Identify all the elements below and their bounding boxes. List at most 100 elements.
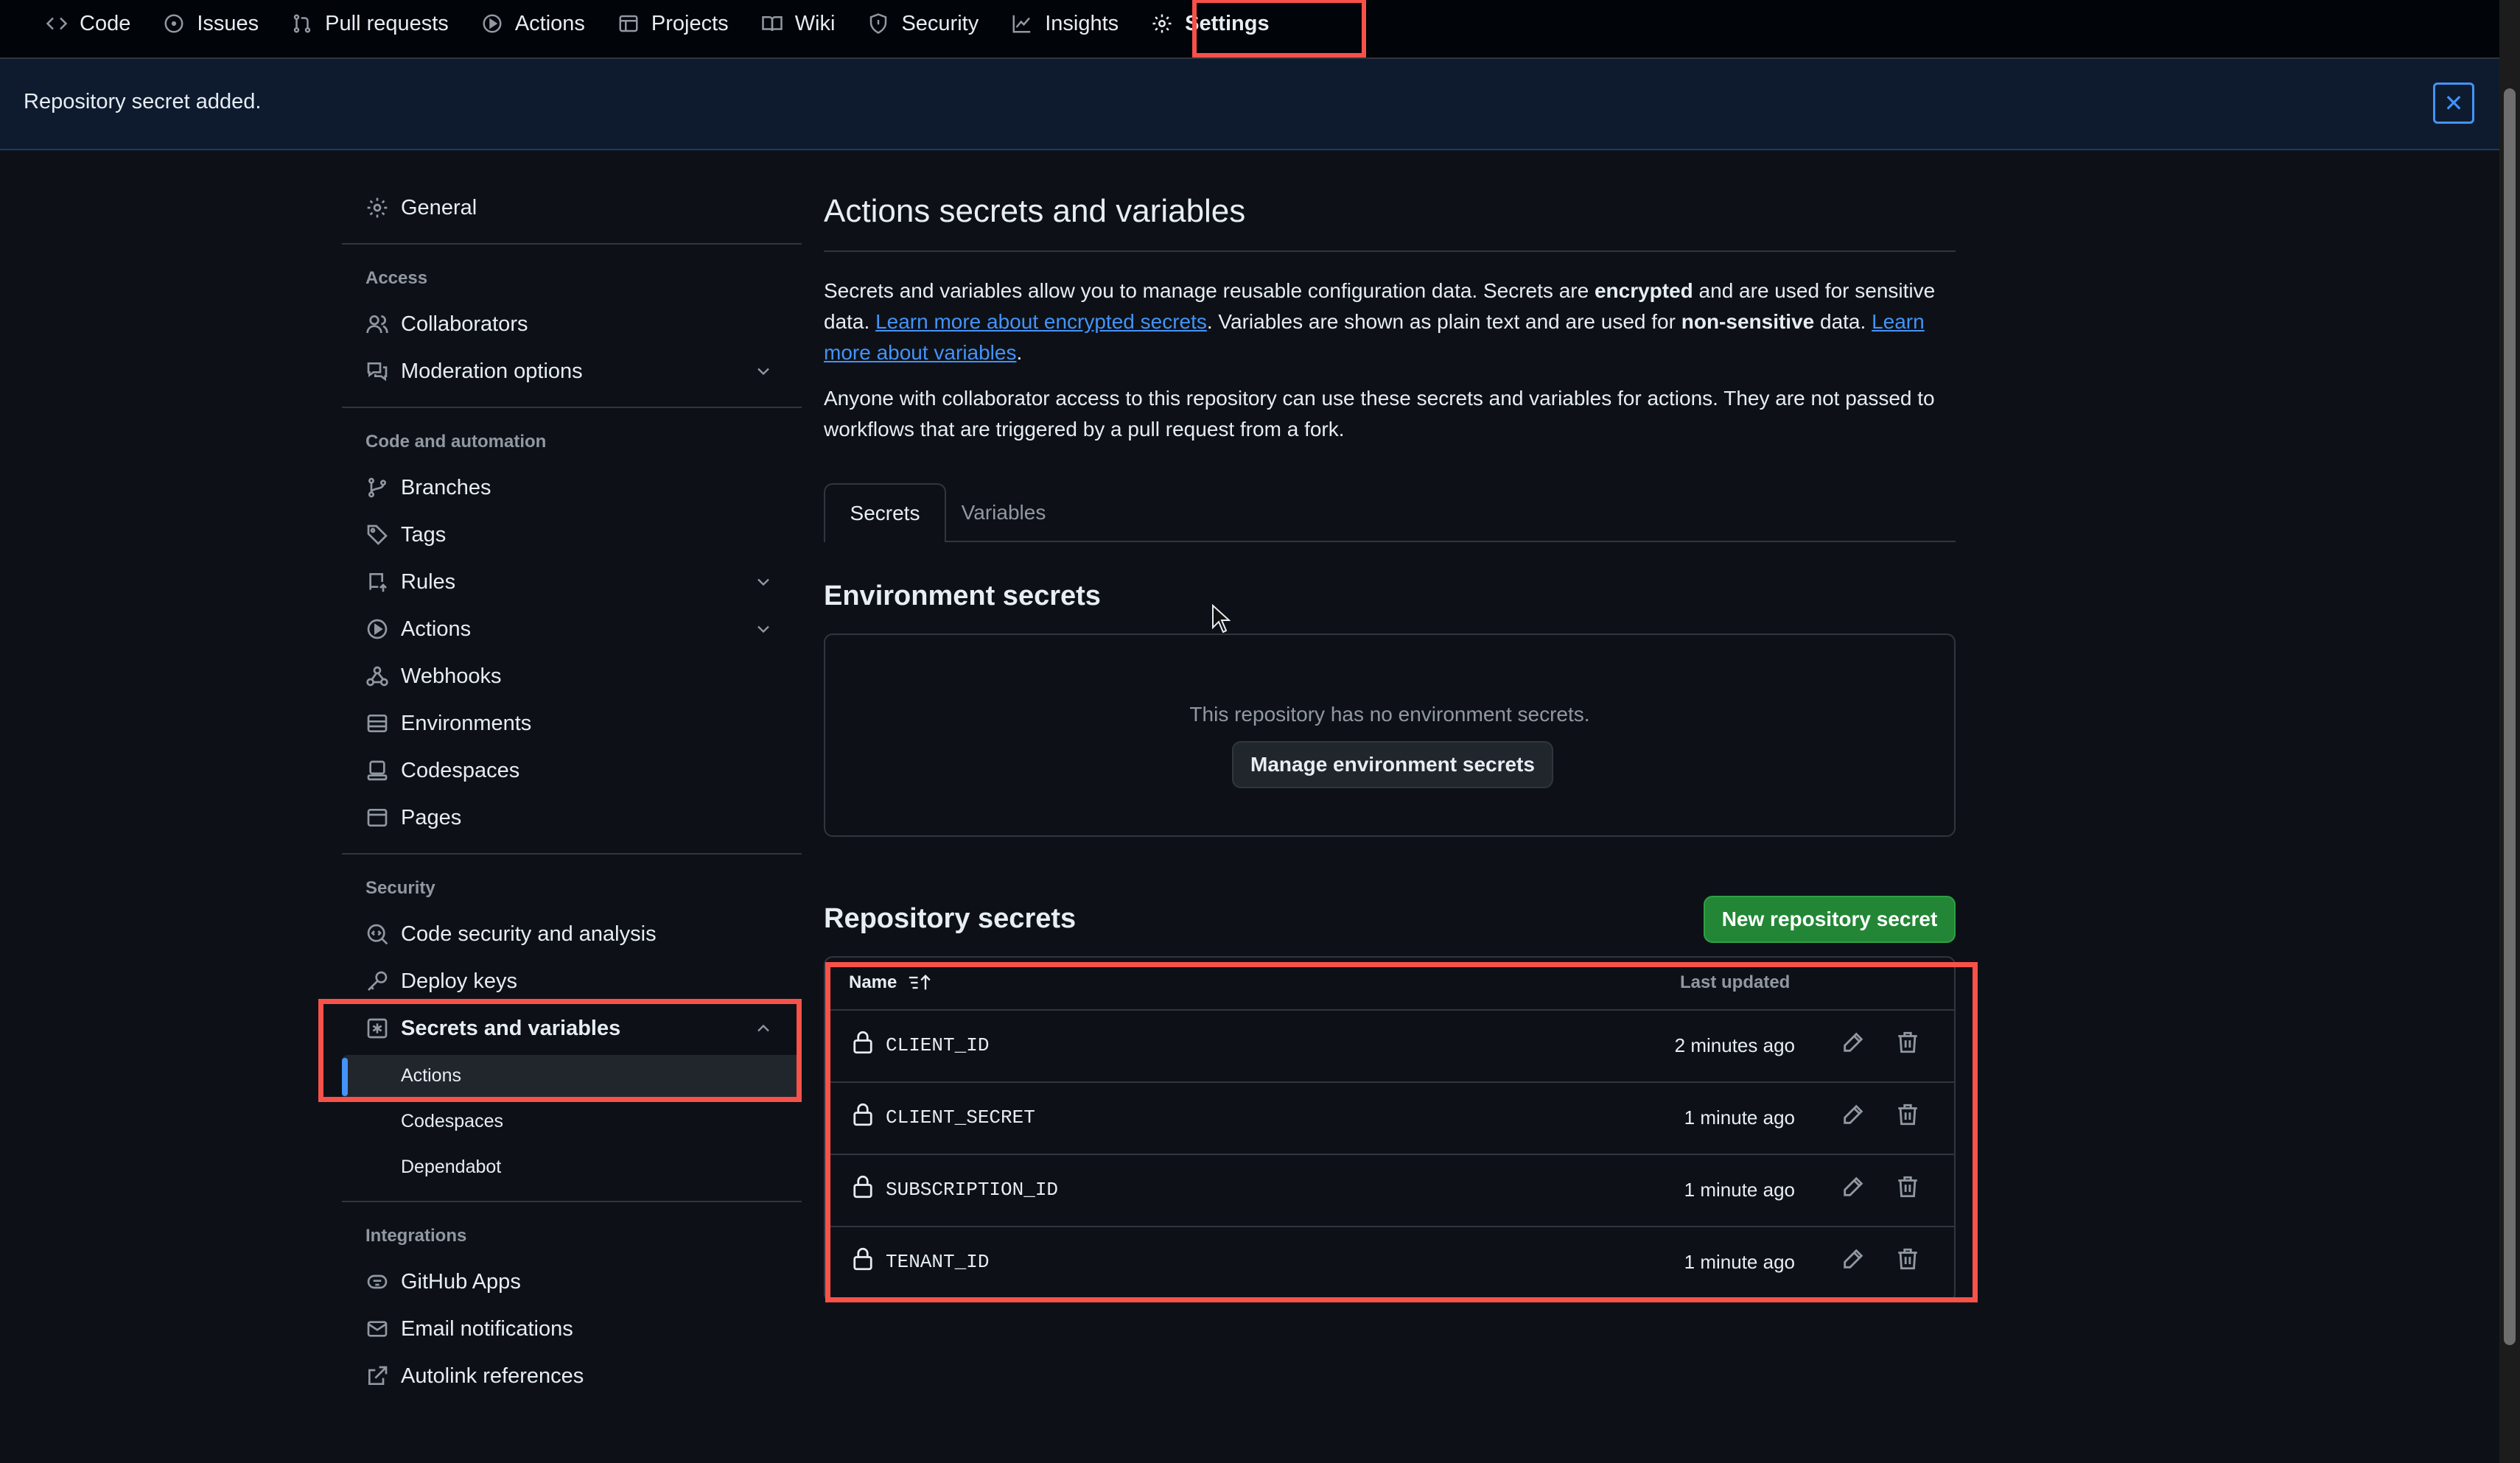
sidebar-item-deploy-keys[interactable]: Deploy keys bbox=[342, 959, 802, 1003]
sidebar-item-actions[interactable]: Actions bbox=[342, 607, 802, 651]
tab-projects[interactable]: Projects bbox=[601, 3, 745, 44]
trash-icon[interactable] bbox=[1895, 1174, 1920, 1199]
sidebar-item-label: Environments bbox=[401, 711, 532, 735]
sidebar-item-moderation[interactable]: Moderation options bbox=[342, 349, 802, 393]
tab-actions[interactable]: Actions bbox=[465, 3, 601, 44]
sidebar-item-environments[interactable]: Environments bbox=[342, 701, 802, 745]
sidebar-item-code-security[interactable]: Code security and analysis bbox=[342, 912, 802, 956]
column-name-sort[interactable]: Name bbox=[849, 972, 934, 993]
page: Code Issues Pull requests Actions Projec… bbox=[0, 0, 2499, 1463]
comment-discussion-icon bbox=[367, 362, 388, 382]
scrollbar-thumb[interactable] bbox=[2504, 88, 2516, 1345]
sidebar-heading-access: Access bbox=[365, 268, 428, 288]
lock-icon bbox=[853, 1031, 872, 1054]
column-updated-label: Last updated bbox=[1680, 972, 1791, 992]
sidebar-item-collaborators[interactable]: Collaborators bbox=[342, 302, 802, 346]
sidebar-item-github-apps[interactable]: GitHub Apps bbox=[342, 1260, 802, 1304]
sidebar-divider bbox=[342, 407, 802, 408]
tab-issues-label: Issues bbox=[197, 11, 259, 35]
sidebar-item-label: Collaborators bbox=[401, 312, 528, 336]
sidebar-item-autolink[interactable]: Autolink references bbox=[342, 1354, 802, 1398]
server-icon bbox=[367, 715, 388, 732]
intro-bold-encrypted: encrypted bbox=[1594, 279, 1693, 302]
gear-icon bbox=[1152, 14, 1172, 33]
trash-icon[interactable] bbox=[1895, 1030, 1920, 1055]
table-row: TENANT_ID 1 minute ago bbox=[825, 1227, 1954, 1298]
issue-opened-icon bbox=[164, 14, 183, 33]
column-name-label: Name bbox=[849, 972, 897, 992]
sidebar-subitem-dependabot[interactable]: Dependabot bbox=[401, 1157, 501, 1178]
secret-name: TENANT_ID bbox=[886, 1251, 990, 1273]
manage-environment-secrets-button[interactable]: Manage environment secrets bbox=[1232, 741, 1553, 788]
sidebar-item-label: Branches bbox=[401, 475, 491, 499]
tab-wiki-label: Wiki bbox=[794, 11, 836, 35]
sidebar-subitem-actions[interactable]: Actions bbox=[401, 1065, 461, 1087]
sidebar-item-label: Rules bbox=[401, 569, 456, 594]
tab-secrets[interactable]: Secrets bbox=[824, 483, 946, 542]
secret-updated: 1 minute ago bbox=[1684, 1106, 1795, 1129]
flash-close-button[interactable]: ✕ bbox=[2433, 83, 2474, 124]
intro-text: Secrets and variables allow you to manag… bbox=[824, 279, 1595, 302]
sidebar-item-label: Pages bbox=[401, 805, 462, 829]
secret-name: CLIENT_ID bbox=[886, 1034, 990, 1056]
sidebar-item-webhooks[interactable]: Webhooks bbox=[342, 654, 802, 698]
sidebar-subitem-codespaces[interactable]: Codespaces bbox=[401, 1111, 503, 1132]
page-title: Actions secrets and variables bbox=[824, 193, 1246, 229]
mail-icon bbox=[367, 1321, 388, 1337]
secret-updated: 1 minute ago bbox=[1684, 1179, 1795, 1201]
sidebar-item-label: Tags bbox=[401, 522, 447, 547]
sidebar-item-rules[interactable]: Rules bbox=[342, 560, 802, 604]
tab-settings[interactable]: Settings bbox=[1135, 3, 1285, 44]
repo-nav: Code Issues Pull requests Actions Projec… bbox=[0, 0, 2499, 59]
sidebar-item-branches[interactable]: Branches bbox=[342, 466, 802, 510]
sidebar-item-label: Moderation options bbox=[401, 359, 583, 383]
pencil-icon[interactable] bbox=[1841, 1246, 1866, 1271]
asterisk-icon bbox=[367, 1018, 388, 1039]
sidebar-item-codespaces[interactable]: Codespaces bbox=[342, 748, 802, 793]
sidebar-item-pages[interactable]: Pages bbox=[342, 796, 802, 840]
sort-asc-icon bbox=[909, 975, 931, 990]
hubot-icon bbox=[367, 1274, 388, 1289]
lock-icon bbox=[853, 1175, 872, 1199]
tab-security[interactable]: Security bbox=[851, 3, 995, 44]
play-icon bbox=[483, 14, 502, 33]
tab-pull-requests-label: Pull requests bbox=[325, 11, 449, 35]
pencil-icon[interactable] bbox=[1841, 1030, 1866, 1055]
sidebar-heading-integrations: Integrations bbox=[365, 1226, 467, 1246]
environment-secrets-box: This repository has no environment secre… bbox=[824, 634, 1956, 837]
sidebar-item-email-notifications[interactable]: Email notifications bbox=[342, 1307, 802, 1351]
sidebar-item-label: Codespaces bbox=[401, 758, 520, 782]
intro-paragraph: Secrets and variables allow you to manag… bbox=[824, 276, 1956, 368]
book-icon bbox=[761, 16, 783, 32]
sidebar-item-tags[interactable]: Tags bbox=[342, 513, 802, 557]
collaborator-note: Anyone with collaborator access to this … bbox=[824, 387, 1935, 441]
tab-variables[interactable]: Variables bbox=[959, 483, 1048, 542]
git-pull-request-icon bbox=[293, 14, 311, 33]
trash-icon[interactable] bbox=[1895, 1102, 1920, 1127]
sidebar-item-general[interactable]: General bbox=[342, 186, 802, 230]
table-row: CLIENT_ID 2 minutes ago bbox=[825, 1011, 1954, 1083]
webhook-icon bbox=[366, 666, 388, 687]
gear-icon bbox=[367, 197, 388, 218]
chevron-up-icon bbox=[757, 1024, 769, 1032]
tab-pull-requests[interactable]: Pull requests bbox=[275, 3, 465, 44]
intro-text: . bbox=[1016, 341, 1023, 364]
tab-security-label: Security bbox=[901, 11, 979, 35]
tab-code[interactable]: Code bbox=[29, 3, 147, 44]
repository-secrets-title: Repository secrets bbox=[824, 903, 1077, 934]
trash-icon[interactable] bbox=[1895, 1246, 1920, 1271]
code-icon bbox=[46, 17, 68, 30]
learn-secrets-link[interactable]: Learn more about encrypted secrets bbox=[875, 310, 1207, 333]
pencil-icon[interactable] bbox=[1841, 1102, 1866, 1127]
mouse-cursor-icon bbox=[1212, 604, 1231, 634]
tab-wiki[interactable]: Wiki bbox=[745, 3, 852, 44]
shield-icon bbox=[870, 13, 887, 34]
new-repository-secret-button[interactable]: New repository secret bbox=[1704, 896, 1956, 943]
tab-code-label: Code bbox=[80, 11, 131, 35]
tab-issues[interactable]: Issues bbox=[147, 3, 275, 44]
pencil-icon[interactable] bbox=[1841, 1174, 1866, 1199]
tab-insights[interactable]: Insights bbox=[995, 3, 1135, 44]
intro-text: . Variables are shown as plain text and … bbox=[1206, 310, 1681, 333]
sidebar-item-secrets-variables[interactable]: Secrets and variables bbox=[342, 1006, 802, 1050]
sidebar-item-label: Email notifications bbox=[401, 1316, 573, 1341]
